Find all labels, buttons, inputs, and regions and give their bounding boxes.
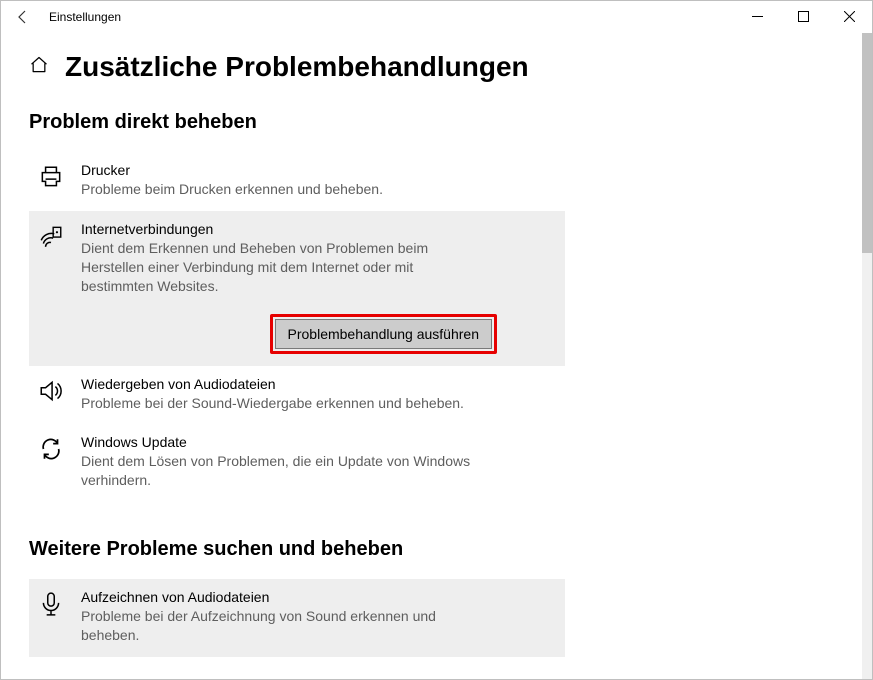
item-body: Internetverbindungen Dient dem Erkennen … [81, 221, 557, 354]
titlebar: Einstellungen [1, 1, 872, 33]
update-icon [37, 434, 65, 490]
vertical-scrollbar[interactable] [862, 33, 872, 679]
scroll-track[interactable] [862, 33, 872, 679]
back-button[interactable] [9, 3, 37, 31]
speaker-icon [37, 376, 65, 413]
close-button[interactable] [826, 1, 872, 31]
troubleshooter-list-more: Aufzeichnen von Audiodateien Probleme be… [29, 579, 565, 657]
item-body: Aufzeichnen von Audiodateien Probleme be… [81, 589, 557, 645]
content-wrap: Zusätzliche Problembehandlungen Problem … [1, 33, 872, 679]
item-desc: Dient dem Lösen von Problemen, die ein U… [81, 452, 481, 490]
internet-icon [37, 221, 65, 354]
minimize-icon [752, 11, 763, 22]
item-desc: Probleme beim Drucken erkennen und beheb… [81, 180, 481, 199]
settings-window: Einstellungen Zusätzliche Problembehandl… [0, 0, 873, 680]
arrow-left-icon [15, 9, 31, 25]
highlight-annotation: Problembehandlung ausführen [270, 314, 497, 354]
troubleshooter-windows-update[interactable]: Windows Update Dient dem Lösen von Probl… [29, 424, 565, 502]
item-body: Windows Update Dient dem Lösen von Probl… [81, 434, 557, 490]
page-title: Zusätzliche Problembehandlungen [65, 51, 529, 83]
window-controls [734, 1, 872, 31]
troubleshooter-list-direct: Drucker Probleme beim Drucken erkennen u… [29, 152, 565, 502]
page-header: Zusätzliche Problembehandlungen [29, 51, 834, 83]
run-button-wrap: Problembehandlung ausführen [81, 314, 557, 354]
item-body: Wiedergeben von Audiodateien Probleme be… [81, 376, 557, 413]
troubleshooter-audio-record[interactable]: Aufzeichnen von Audiodateien Probleme be… [29, 579, 565, 657]
content: Zusätzliche Problembehandlungen Problem … [1, 33, 862, 679]
home-icon[interactable] [29, 55, 49, 80]
item-title: Aufzeichnen von Audiodateien [81, 589, 557, 605]
section-title-fix-direct: Problem direkt beheben [29, 111, 834, 134]
troubleshooter-printer[interactable]: Drucker Probleme beim Drucken erkennen u… [29, 152, 565, 211]
item-title: Internetverbindungen [81, 221, 557, 237]
section-title-find-more: Weitere Probleme suchen und beheben [29, 538, 834, 561]
item-desc: Probleme bei der Sound-Wiedergabe erkenn… [81, 394, 481, 413]
microphone-icon [37, 589, 65, 645]
item-title: Windows Update [81, 434, 557, 450]
maximize-button[interactable] [780, 1, 826, 31]
close-icon [844, 11, 855, 22]
app-title: Einstellungen [49, 10, 121, 24]
troubleshooter-audio-playback[interactable]: Wiedergeben von Audiodateien Probleme be… [29, 366, 565, 425]
item-title: Wiedergeben von Audiodateien [81, 376, 557, 392]
item-desc: Probleme bei der Aufzeichnung von Sound … [81, 607, 481, 645]
maximize-icon [798, 11, 809, 22]
scroll-thumb[interactable] [862, 33, 872, 253]
minimize-button[interactable] [734, 1, 780, 31]
troubleshooter-internet[interactable]: Internetverbindungen Dient dem Erkennen … [29, 211, 565, 366]
item-title: Drucker [81, 162, 557, 178]
printer-icon [37, 162, 65, 199]
run-troubleshooter-button[interactable]: Problembehandlung ausführen [275, 319, 492, 349]
item-body: Drucker Probleme beim Drucken erkennen u… [81, 162, 557, 199]
item-desc: Dient dem Erkennen und Beheben von Probl… [81, 239, 481, 296]
